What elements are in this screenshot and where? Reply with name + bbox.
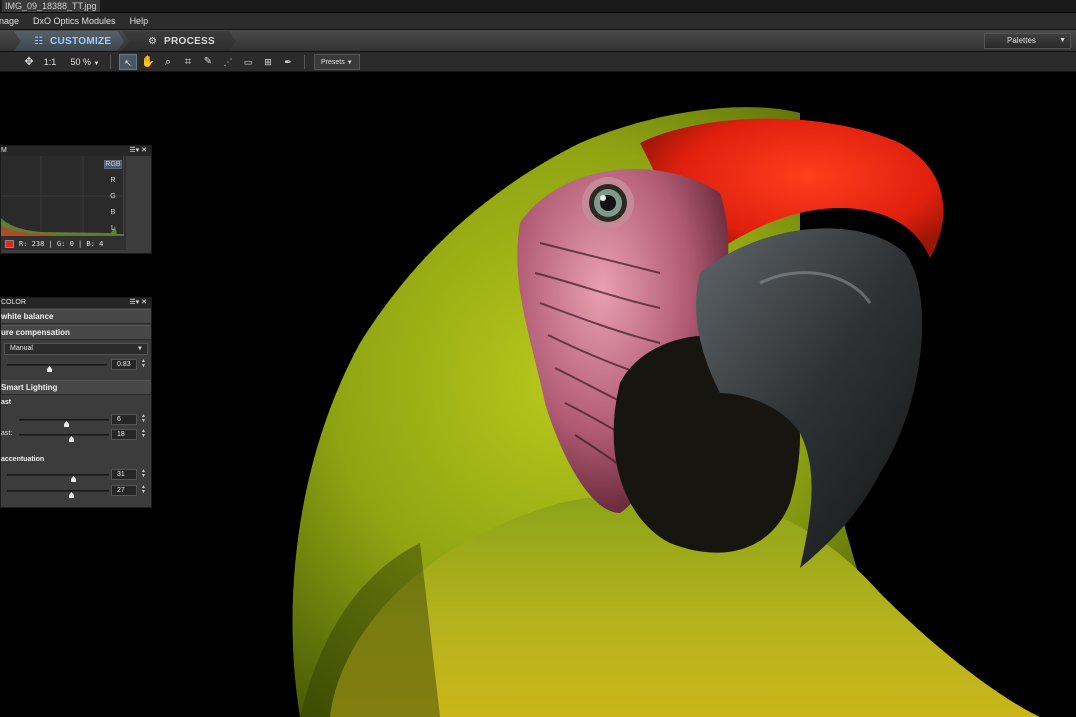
hand-icon[interactable]: ✋ [140, 54, 156, 70]
channel-g-button[interactable]: G [104, 193, 122, 200]
section-white-balance[interactable]: white balance [1, 309, 151, 324]
microcontrast-label: ast: [1, 430, 13, 437]
stepper-arrows-icon[interactable]: ▲ ▼ [141, 485, 146, 495]
exposure-value[interactable]: 0.83 [111, 359, 137, 370]
chevron-down-icon: ▼ [1059, 37, 1066, 44]
contrast-slider[interactable] [19, 419, 109, 421]
histogram-panel-header: M ☰▾ ✕ [1, 146, 151, 156]
gear-icon: ⚙ [148, 35, 158, 47]
presets-label: Presets [321, 59, 345, 66]
microcontrast-slider-thumb[interactable] [69, 436, 74, 442]
exposure-mode-value: Manual [10, 345, 33, 352]
chevron-down-icon: ▼ [93, 61, 100, 67]
arrow-select-icon[interactable]: ↖ [119, 54, 137, 70]
saturation-slider-thumb[interactable] [69, 492, 74, 498]
pixel-readout: R: 238 | G: 0 | B: 4 [19, 240, 104, 248]
channel-l-button[interactable]: L [104, 225, 122, 232]
microcontrast-value[interactable]: 18 [111, 429, 137, 440]
zoom-1to1-button[interactable]: 1:1 [42, 54, 58, 70]
eraser-icon[interactable]: ✎ [200, 54, 216, 70]
exposure-slider[interactable] [7, 364, 107, 366]
color-accentuation-heading: accentuation [1, 456, 45, 463]
stepper-arrows-icon[interactable]: ▲ ▼ [141, 359, 146, 369]
section-smart-lighting[interactable]: Smart Lighting [1, 380, 151, 395]
zoom-level-value: 50 % [70, 57, 92, 67]
grid-icon[interactable]: ⊞ [260, 54, 276, 70]
toolbar: ✥ 1:1 50 % ▼ ↖ ✋ ⌕ ⌗ ✎ ⋰ ▭ ⊞ ✒ Presets ▼ [0, 52, 1076, 72]
vibrancy-slider[interactable] [7, 474, 109, 476]
picker-icon[interactable]: ✒ [280, 54, 296, 70]
menu-help[interactable]: Help [130, 16, 149, 26]
tab-customize[interactable]: ☷ CUSTOMIZE [14, 31, 124, 51]
zoom-level-dropdown[interactable]: 50 % ▼ [68, 54, 102, 70]
mode-bar: ☷ CUSTOMIZE ⚙ PROCESS Palettes ▼ [0, 30, 1076, 52]
palettes-label: Palettes [1007, 36, 1036, 45]
palettes-dropdown[interactable]: Palettes ▼ [984, 33, 1071, 49]
perspective-icon[interactable]: ⋰ [220, 54, 236, 70]
channel-r-button[interactable]: R [104, 177, 122, 184]
presets-button[interactable]: Presets ▼ [314, 54, 360, 70]
exposure-slider-thumb[interactable] [47, 366, 52, 372]
contrast-slider-thumb[interactable] [64, 421, 69, 427]
zoom-icon[interactable]: ⌕ [160, 54, 176, 70]
saturation-slider[interactable] [7, 490, 109, 492]
microcontrast-slider[interactable] [19, 434, 109, 436]
stepper-arrows-icon[interactable]: ▲ ▼ [141, 414, 146, 424]
chevron-down-icon: ▼ [137, 346, 143, 352]
chevron-down-icon: ▼ [346, 60, 353, 66]
histogram-body: RGB R G B L [1, 156, 126, 250]
horizon-icon[interactable]: ▭ [240, 54, 256, 70]
vibrancy-slider-thumb[interactable] [71, 476, 76, 482]
image-viewer[interactable]: M ☰▾ ✕ RGB R G B L R: 238 | G: 0 | B: 4 [0, 73, 1076, 717]
title-bar: IMG_09_18388_TT.jpg [0, 0, 1076, 13]
toolbar-separator [110, 55, 111, 69]
tab-process[interactable]: ⚙ PROCESS [122, 31, 236, 51]
stepper-arrows-icon[interactable]: ▲ ▼ [141, 429, 146, 439]
color-panel-title: COLOR [1, 299, 26, 306]
exposure-mode-select[interactable]: Manual ▼ [4, 343, 148, 355]
channel-rgb-button[interactable]: RGB [104, 160, 122, 169]
channel-b-button[interactable]: B [104, 209, 122, 216]
vibrancy-value[interactable]: 31 [111, 469, 137, 480]
crop-icon[interactable]: ⌗ [180, 54, 196, 70]
color-panel: COLOR ☰▾ ✕ white balance ure compensatio… [0, 297, 152, 508]
section-exposure-compensation[interactable]: ure compensation [1, 325, 151, 340]
menu-dxo-optics-modules[interactable]: DxO Optics Modules [33, 16, 116, 26]
toolbar-separator [304, 55, 305, 69]
color-panel-header: COLOR ☰▾ ✕ [1, 298, 151, 308]
parrot-photo [292, 107, 1040, 717]
sliders-icon: ☷ [34, 35, 44, 47]
menu-bar: nage DxO Optics Modules Help [0, 13, 1076, 30]
tab-process-label: PROCESS [164, 35, 216, 47]
histogram-title: M [1, 147, 7, 154]
tab-customize-label: CUSTOMIZE [50, 35, 112, 47]
histogram-panel: M ☰▾ ✕ RGB R G B L R: 238 | G: 0 | B: 4 [0, 145, 152, 254]
stepper-arrows-icon[interactable]: ▲ ▼ [141, 469, 146, 479]
move-icon[interactable]: ✥ [22, 54, 36, 70]
panel-controls[interactable]: ☰▾ ✕ [129, 298, 147, 308]
saturation-value[interactable]: 27 [111, 485, 137, 496]
contrast-value[interactable]: 6 [111, 414, 137, 425]
contrast-heading: ast [1, 399, 12, 406]
window-title: IMG_09_18388_TT.jpg [2, 0, 100, 12]
menu-image[interactable]: nage [0, 16, 19, 26]
panel-controls[interactable]: ☰▾ ✕ [129, 146, 147, 156]
